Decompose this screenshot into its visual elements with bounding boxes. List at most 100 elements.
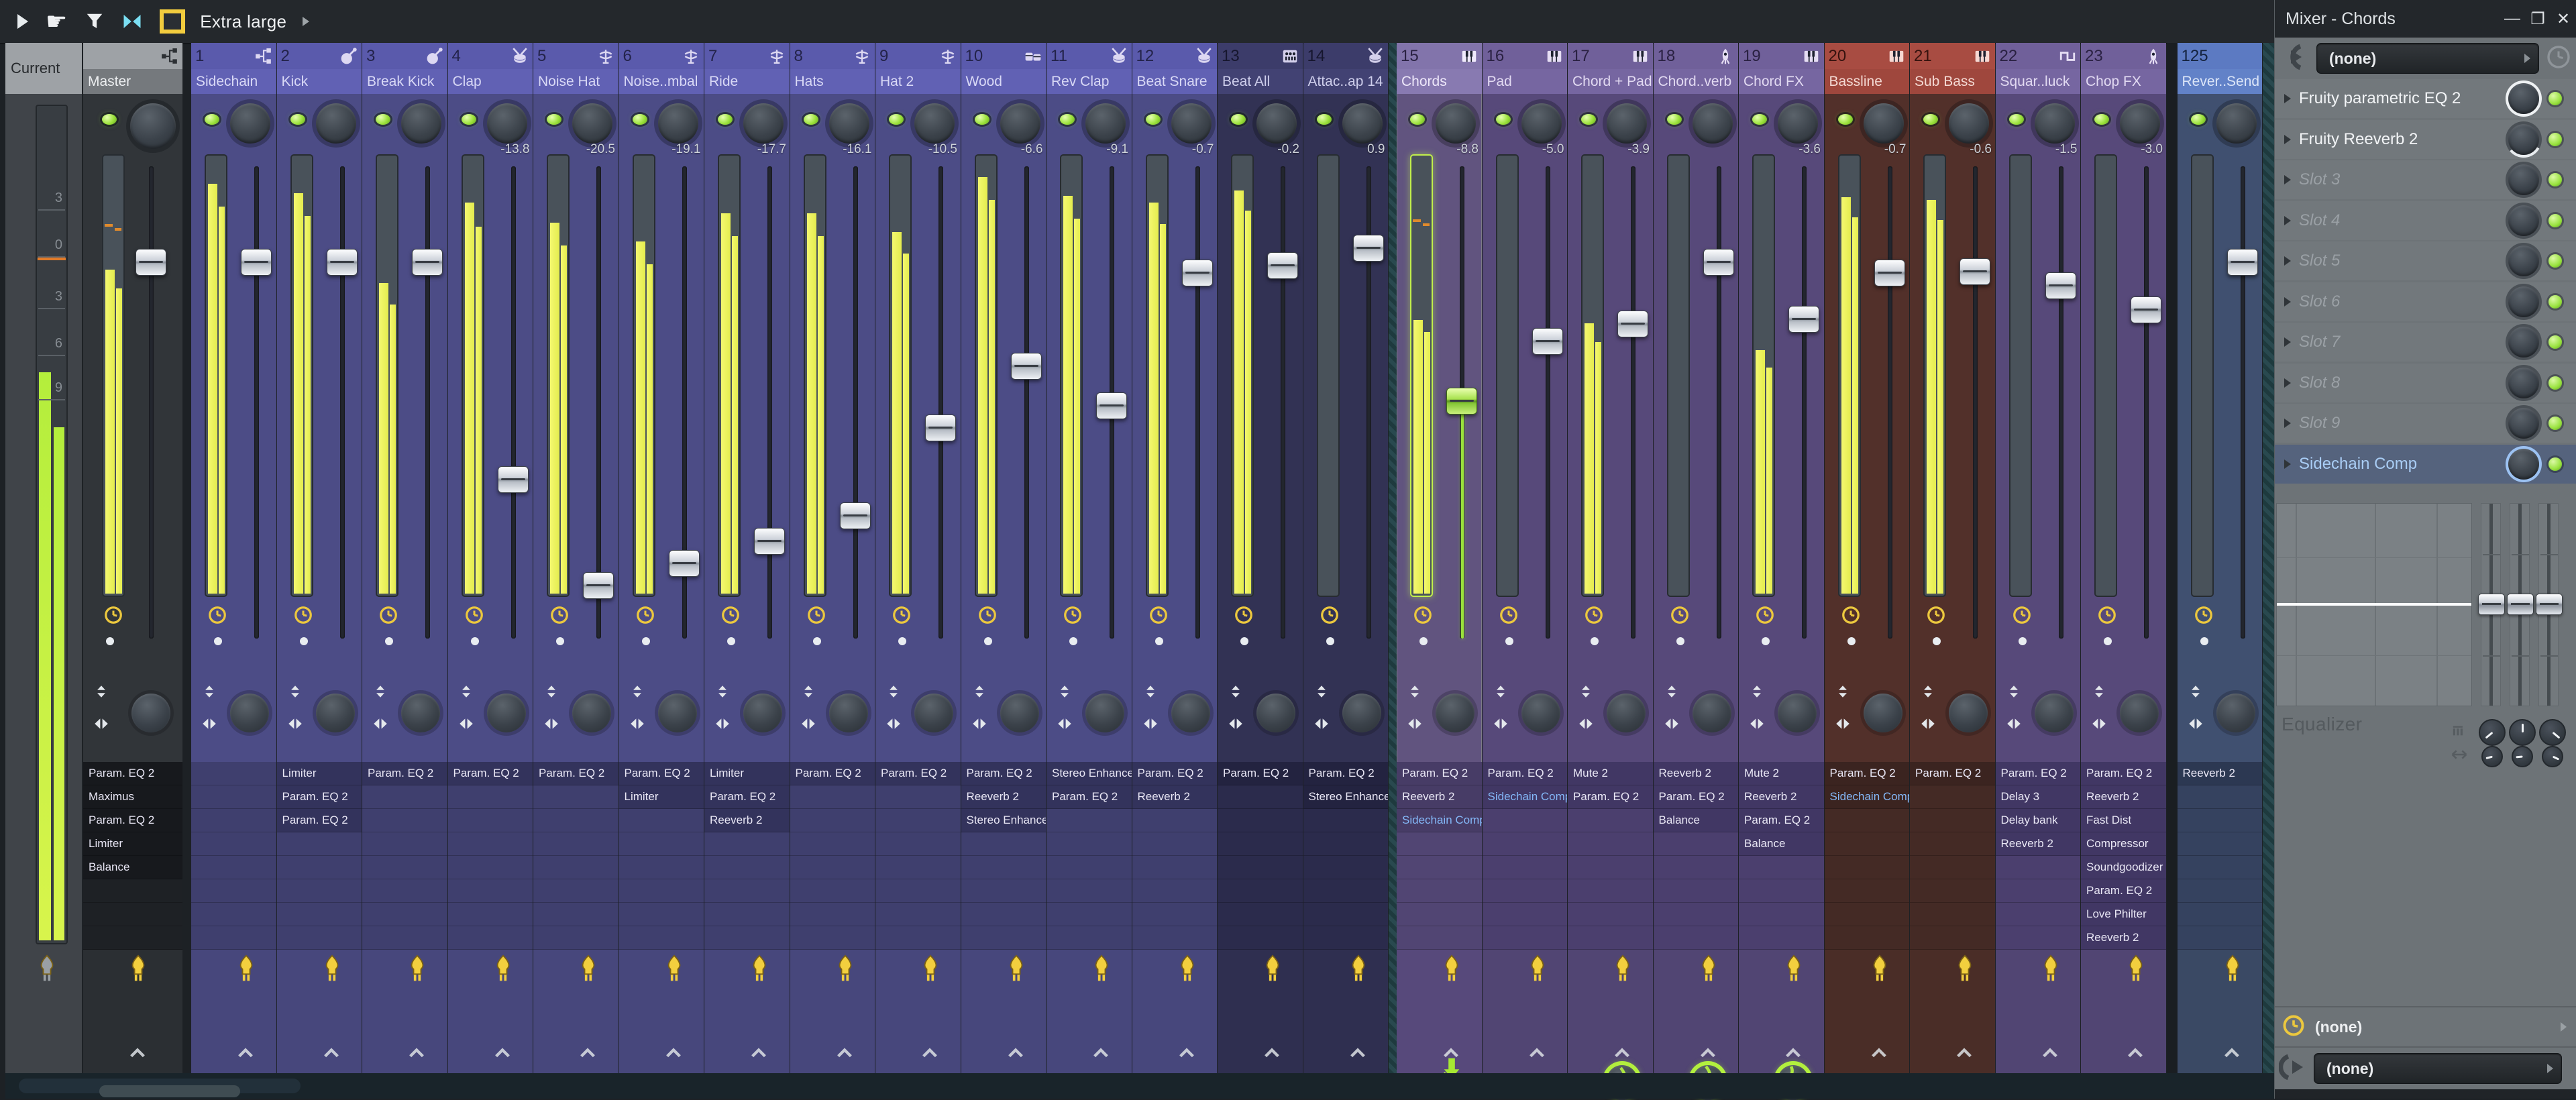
plugin-slot-empty[interactable]	[704, 879, 790, 903]
route-up-chevron-icon[interactable]	[2222, 1044, 2242, 1064]
enable-dot[interactable]	[1069, 637, 1077, 645]
fx-slot-8[interactable]: Slot 8	[2275, 363, 2576, 402]
plugin-slot[interactable]: Param. EQ 2	[1397, 762, 1482, 785]
strip-name[interactable]: Kick	[276, 69, 362, 94]
mute-led[interactable]	[1410, 114, 1425, 125]
pan-knob[interactable]	[230, 103, 270, 144]
plugin-delay-clock-icon[interactable]	[549, 605, 570, 625]
collapse-icon[interactable]	[122, 11, 142, 32]
strip-header[interactable]: Current	[5, 43, 82, 94]
fader-track[interactable]	[1716, 166, 1721, 639]
strip-name[interactable]: Noise Hat	[533, 69, 619, 94]
eq-freq-knob-1[interactable]	[2481, 746, 2503, 767]
pan-knob[interactable]	[1171, 103, 1212, 144]
fader-track[interactable]	[596, 166, 601, 639]
plugin-slot-empty[interactable]	[191, 926, 276, 950]
plugin-slot-empty[interactable]	[1303, 832, 1388, 856]
plugin-slot-empty[interactable]	[1397, 926, 1482, 950]
mute-led[interactable]	[2094, 114, 2109, 125]
plugin-slot[interactable]: Maximus	[83, 785, 182, 809]
mixer-strip[interactable]: 18 Chord..verb Reeverb 2 Param. EQ 2 Balance	[1653, 43, 1738, 1100]
enable-dot[interactable]	[2018, 637, 2027, 645]
plugin-slot[interactable]: Reeverb 2	[1132, 785, 1217, 809]
plugin-slot-empty[interactable]	[1218, 785, 1303, 809]
plugin-slot[interactable]: Stereo Enhancer	[1303, 785, 1388, 809]
record-plug-icon[interactable]	[1437, 954, 1466, 983]
strip-name[interactable]: Rever..Send	[2177, 69, 2262, 94]
mute-led[interactable]	[461, 114, 476, 125]
plugin-slot[interactable]: Param. EQ 2	[447, 762, 533, 785]
plugin-slot-empty[interactable]	[1910, 856, 1995, 879]
plugin-slot-empty[interactable]	[1910, 879, 1995, 903]
fader-track[interactable]	[1195, 166, 1200, 639]
fader-track[interactable]	[2240, 166, 2245, 639]
plugin-slot-empty[interactable]	[790, 879, 875, 903]
strip-name[interactable]: Beat Snare	[1132, 69, 1217, 94]
volume-fader[interactable]	[1096, 392, 1127, 419]
eq-freq-knob-2[interactable]	[2512, 746, 2533, 767]
plugin-slot-empty[interactable]	[191, 809, 276, 832]
mute-led[interactable]	[718, 114, 733, 125]
plugin-slot-empty[interactable]	[447, 903, 533, 926]
record-plug-icon[interactable]	[745, 954, 774, 983]
route-up-chevron-icon[interactable]	[920, 1044, 940, 1064]
strip-header[interactable]: 10	[961, 43, 1046, 69]
eq-freq-knob-3[interactable]	[2542, 746, 2563, 767]
plugin-slot[interactable]: Reeverb 2	[1653, 762, 1738, 785]
record-plug-icon[interactable]	[123, 954, 153, 983]
mute-led[interactable]	[632, 114, 647, 125]
minimize-button[interactable]: —	[2500, 9, 2525, 28]
fader-track[interactable]	[1973, 166, 1978, 639]
plugin-slot[interactable]: Reeverb 2	[2081, 785, 2166, 809]
slot-mix-knob[interactable]	[2506, 80, 2542, 117]
strip-name[interactable]: Ride	[704, 69, 790, 94]
pan-knob[interactable]	[657, 103, 698, 144]
record-plug-icon[interactable]	[1087, 954, 1116, 983]
plugin-slot[interactable]: Fast Dist	[2081, 809, 2166, 832]
slot-expand-arrow-icon[interactable]	[2284, 215, 2291, 225]
plugin-slot-empty[interactable]	[533, 903, 619, 926]
record-plug-icon[interactable]	[488, 954, 518, 983]
record-plug-icon[interactable]	[1173, 954, 1202, 983]
strip-name[interactable]: Pad	[1482, 69, 1567, 94]
stereo-sep-knob[interactable]	[1171, 694, 1210, 732]
plugin-slot-empty[interactable]	[1995, 926, 2080, 950]
plugin-slot-empty[interactable]	[1482, 809, 1567, 832]
plugin-slot-empty[interactable]	[362, 903, 447, 926]
mixer-strip[interactable]: 1 Sidechain	[191, 43, 276, 1084]
route-up-chevron-icon[interactable]	[1177, 1044, 1197, 1064]
plugin-slot-empty[interactable]	[1910, 832, 1995, 856]
route-up-chevron-icon[interactable]	[1869, 1044, 1889, 1064]
enable-dot[interactable]	[1155, 637, 1163, 645]
plugin-delay-clock-icon[interactable]	[1670, 605, 1690, 625]
plugin-slot-empty[interactable]	[1046, 809, 1132, 832]
plugin-slot-empty[interactable]	[790, 809, 875, 832]
strip-header[interactable]: 11	[1046, 43, 1132, 69]
plugin-slot-empty[interactable]	[875, 809, 961, 832]
plugin-slot-empty[interactable]	[1653, 926, 1738, 950]
plugin-slot-empty[interactable]	[1218, 926, 1303, 950]
plugin-slot-empty[interactable]	[1653, 879, 1738, 903]
plugin-slot-empty[interactable]	[961, 832, 1046, 856]
enable-dot[interactable]	[1676, 637, 1684, 645]
route-up-chevron-icon[interactable]	[749, 1044, 769, 1064]
plugin-slot-empty[interactable]	[362, 809, 447, 832]
scrollbar-thumb[interactable]	[99, 1085, 240, 1097]
plugin-slot-empty[interactable]	[362, 879, 447, 903]
fader-track[interactable]	[1631, 166, 1635, 639]
route-up-chevron-icon[interactable]	[2125, 1044, 2145, 1064]
slot-mix-knob[interactable]	[2506, 243, 2542, 279]
mute-led[interactable]	[547, 114, 561, 125]
record-plug-icon[interactable]	[1608, 954, 1638, 983]
plugin-slot-empty[interactable]	[1910, 903, 1995, 926]
enable-dot[interactable]	[1933, 637, 1941, 645]
plugin-slot-empty[interactable]	[1132, 903, 1217, 926]
enable-dot[interactable]	[641, 637, 650, 645]
stereo-sep-knob[interactable]	[657, 694, 697, 732]
plugin-delay-clock-icon[interactable]	[806, 605, 826, 625]
eq-level-knob-2[interactable]	[2509, 719, 2536, 746]
slot-expand-arrow-icon[interactable]	[2284, 459, 2291, 469]
pan-knob[interactable]	[2120, 103, 2160, 144]
record-plug-icon[interactable]	[32, 954, 62, 983]
enable-dot[interactable]	[727, 637, 735, 645]
